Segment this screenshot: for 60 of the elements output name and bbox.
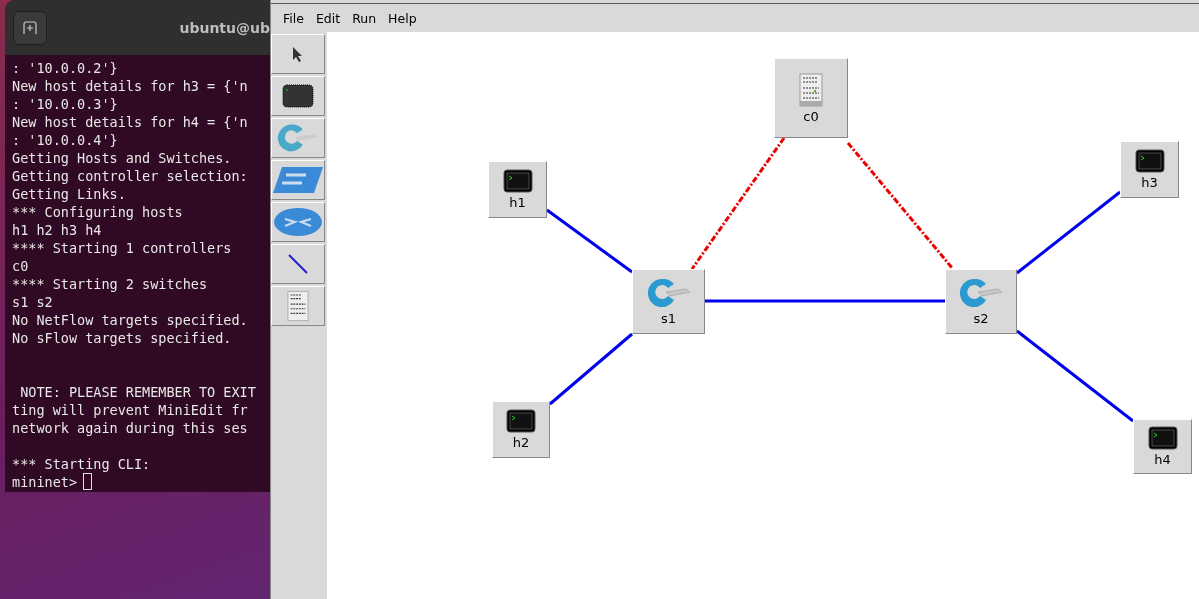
terminal-line: Getting Hosts and Switches. [12, 150, 232, 166]
terminal-line: ting will prevent MiniEdit fr [12, 402, 248, 418]
terminal-line: : '10.0.0.4'} [12, 132, 118, 148]
controller-node[interactable]: c0 [774, 58, 848, 138]
pointer-icon [292, 46, 304, 62]
new-tab-icon [23, 20, 37, 35]
tool-button[interactable] [271, 76, 325, 116]
terminal-line: c0 [12, 258, 29, 274]
switch-icon [645, 277, 692, 309]
host-node[interactable]: h3 [1120, 141, 1179, 198]
server-icon [799, 72, 823, 107]
host-icon [282, 84, 314, 108]
terminal-line: No NetFlow targets specified. [12, 312, 248, 328]
terminal-line: *** Configuring hosts [12, 204, 183, 220]
terminal-icon [1134, 149, 1165, 173]
line-icon [288, 254, 308, 274]
node-label: h3 [1141, 175, 1158, 190]
host-node[interactable]: h1 [488, 161, 547, 218]
switch-icon [272, 166, 324, 194]
node-label: h2 [512, 435, 530, 450]
terminal-line: New host details for h4 = {'n [12, 114, 248, 130]
switch-icon [958, 277, 1004, 309]
new-tab-button[interactable] [13, 10, 47, 45]
menu-item[interactable]: Help [382, 10, 423, 26]
terminal-line: h1 h2 h3 h4 [12, 222, 102, 238]
terminal-line: Getting Links. [12, 186, 126, 202]
server-icon [287, 290, 309, 322]
node-label: h1 [509, 195, 526, 210]
terminal-line: : '10.0.0.3'} [12, 96, 118, 112]
node-label: s2 [973, 311, 989, 326]
switch-icon [276, 122, 320, 154]
terminal-line: s1 s2 [12, 294, 53, 310]
terminal-line: Getting controller selection: [12, 168, 248, 184]
tool-button[interactable] [271, 34, 325, 74]
menu-item[interactable]: Edit [309, 10, 347, 26]
node-label: s1 [660, 311, 676, 326]
terminal-icon [502, 169, 533, 193]
node-label: c0 [803, 108, 819, 124]
terminal-line: No sFlow targets specified. [12, 330, 232, 346]
menu-item[interactable]: File [277, 10, 310, 26]
terminal-line: *** Starting CLI: [12, 456, 151, 472]
terminal-icon [506, 409, 536, 433]
terminal-prompt: mininet> [12, 474, 78, 490]
terminal-line: : '10.0.0.2'} [12, 60, 118, 76]
host-node[interactable]: h2 [492, 401, 550, 458]
menu-item[interactable]: Run [346, 10, 383, 26]
window-title: ubuntu@ub [179, 19, 270, 36]
terminal-line: New host details for h3 = {'n [12, 78, 248, 94]
terminal-line: network again during this ses [12, 420, 248, 436]
terminal-line: **** Starting 2 switches [12, 276, 208, 292]
tool-button[interactable] [271, 244, 325, 284]
switch-node[interactable]: s2 [945, 269, 1017, 334]
cursor [83, 473, 93, 490]
router-icon [273, 207, 323, 237]
terminal-line: **** Starting 1 controllers [12, 240, 232, 256]
node-label: h4 [1154, 452, 1171, 467]
host-node[interactable]: h4 [1133, 419, 1192, 474]
terminal-icon [1147, 426, 1178, 450]
switch-node[interactable]: s1 [632, 269, 705, 334]
terminal-line: NOTE: PLEASE REMEMBER TO EXIT [19, 384, 256, 400]
